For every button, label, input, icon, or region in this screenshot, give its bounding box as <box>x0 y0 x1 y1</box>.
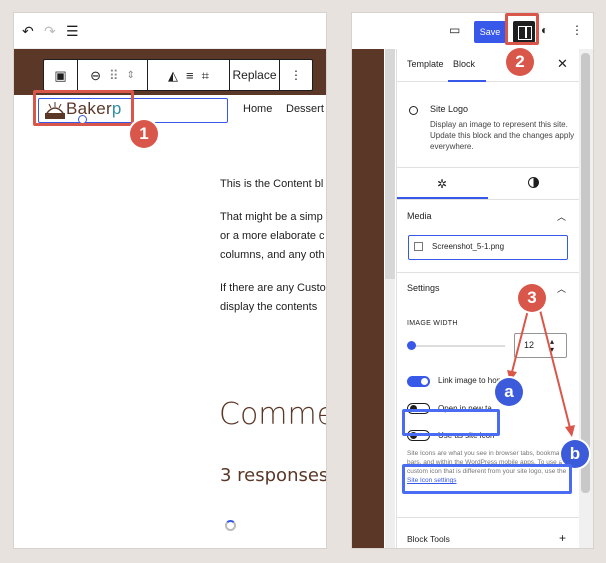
chevron-up-icon[interactable]: ︿ <box>557 210 566 223</box>
align-icon[interactable]: ◭ <box>168 69 178 82</box>
settings-section-title[interactable]: Settings <box>407 283 440 293</box>
block-type-button[interactable]: ▣ <box>44 60 78 90</box>
sidebar-scrollbar[interactable] <box>581 53 590 493</box>
block-tools-title[interactable]: Block Tools <box>407 534 450 544</box>
highlight-site-icon-toggle <box>402 409 500 436</box>
move-updown-icon[interactable]: ⇕ <box>127 69 135 82</box>
content-line: This is the Content bl <box>220 178 324 190</box>
content-line: That might be a simp <box>220 211 323 223</box>
avatar-loading-icon <box>225 520 236 531</box>
content-line: If there are any Custo <box>220 282 326 294</box>
comments-heading: Comme <box>219 397 327 432</box>
divider <box>397 517 579 518</box>
sidebar-tabs: Template Block ✕ <box>397 49 579 82</box>
list-view-icon[interactable]: ☰ <box>66 23 79 39</box>
nav-item-dessert[interactable]: Dessert <box>286 103 324 115</box>
image-width-label: IMAGE WIDTH <box>407 320 458 327</box>
step-3-badge: 3 <box>518 284 546 312</box>
image-width-slider-thumb[interactable] <box>407 341 416 350</box>
save-button[interactable]: Save <box>474 21 506 43</box>
content-line: display the contents <box>220 301 318 313</box>
highlight-settings-toggle <box>505 13 539 45</box>
toggle-link-image[interactable] <box>407 376 430 387</box>
more-options-button[interactable]: ⋮ <box>280 60 312 90</box>
block-card-title: Site Logo <box>430 104 469 114</box>
site-logo-icon <box>409 106 418 115</box>
content-line: columns, and any oth <box>220 249 325 261</box>
canvas-edge <box>352 49 384 548</box>
format-controls: ◭ ≡ ⌗ <box>148 60 230 90</box>
image-width-input[interactable] <box>514 333 567 358</box>
undo-icon[interactable]: ↶ <box>22 23 34 39</box>
block-type-icon: ▣ <box>54 67 67 83</box>
image-file-icon <box>414 242 423 251</box>
device-preview-icon[interactable]: ▭ <box>449 23 460 37</box>
more-options-icon: ⋮ <box>290 68 302 82</box>
crop-icon[interactable]: ⌗ <box>202 69 209 82</box>
image-width-slider-track[interactable] <box>411 345 505 347</box>
justify-icon[interactable]: ≡ <box>186 69 194 82</box>
gear-icon[interactable]: ✲ <box>437 177 447 191</box>
close-icon[interactable]: ✕ <box>557 56 568 72</box>
media-section-title[interactable]: Media <box>407 211 432 221</box>
image-width-value: 12 <box>524 340 535 350</box>
drag-handle-icon[interactable]: ⠿ <box>109 69 119 82</box>
chevron-up-icon[interactable]: ︿ <box>557 282 566 295</box>
block-toolbar: ▣ ⊖ ⠿ ⇕ ◭ ≡ ⌗ Replace ⋮ <box>43 59 313 91</box>
stepper-icon[interactable]: ▴ ▾ <box>550 338 554 354</box>
active-subtab-indicator <box>397 197 488 199</box>
canvas-scroll-track <box>385 279 395 548</box>
highlight-site-icon-link <box>402 464 572 494</box>
redo-icon[interactable]: ↷ <box>44 23 56 39</box>
active-tab-indicator <box>448 80 486 82</box>
contrast-icon[interactable] <box>528 177 539 188</box>
options-icon[interactable]: ⋮ <box>571 23 583 37</box>
responses-count: 3 responses <box>220 465 327 486</box>
toggle-label: Link image to hom <box>438 376 504 385</box>
settings-subtabs <box>397 167 579 200</box>
replace-button[interactable]: Replace <box>230 60 280 90</box>
canvas-scrollbar[interactable] <box>385 49 395 279</box>
content-line: or a more elaborate c <box>220 230 325 242</box>
move-controls: ⊖ ⠿ ⇕ <box>78 60 148 90</box>
nav-item-home[interactable]: Home <box>243 103 272 115</box>
tab-block[interactable]: Block <box>453 59 475 69</box>
tab-template[interactable]: Template <box>407 59 444 69</box>
toggle-knob <box>421 378 428 385</box>
step-a-badge: a <box>495 378 523 406</box>
step-2-badge: 2 <box>506 48 534 76</box>
plus-icon[interactable]: + <box>559 531 566 545</box>
editor-topbar-right: ▭ Save ◐ ⋮ <box>352 13 593 49</box>
media-file-name: Screenshot_5-1.png <box>432 242 505 251</box>
step-1-badge: 1 <box>130 120 158 148</box>
styles-icon[interactable]: ◐ <box>541 23 548 37</box>
divider <box>397 272 579 273</box>
site-logo-icon[interactable]: ⊖ <box>90 69 101 82</box>
highlight-site-logo <box>33 90 134 126</box>
block-card-description: Display an image to represent this site.… <box>430 120 575 151</box>
editor-topbar: ↶ ↷ ☰ <box>14 13 326 49</box>
replace-label: Replace <box>232 68 277 82</box>
